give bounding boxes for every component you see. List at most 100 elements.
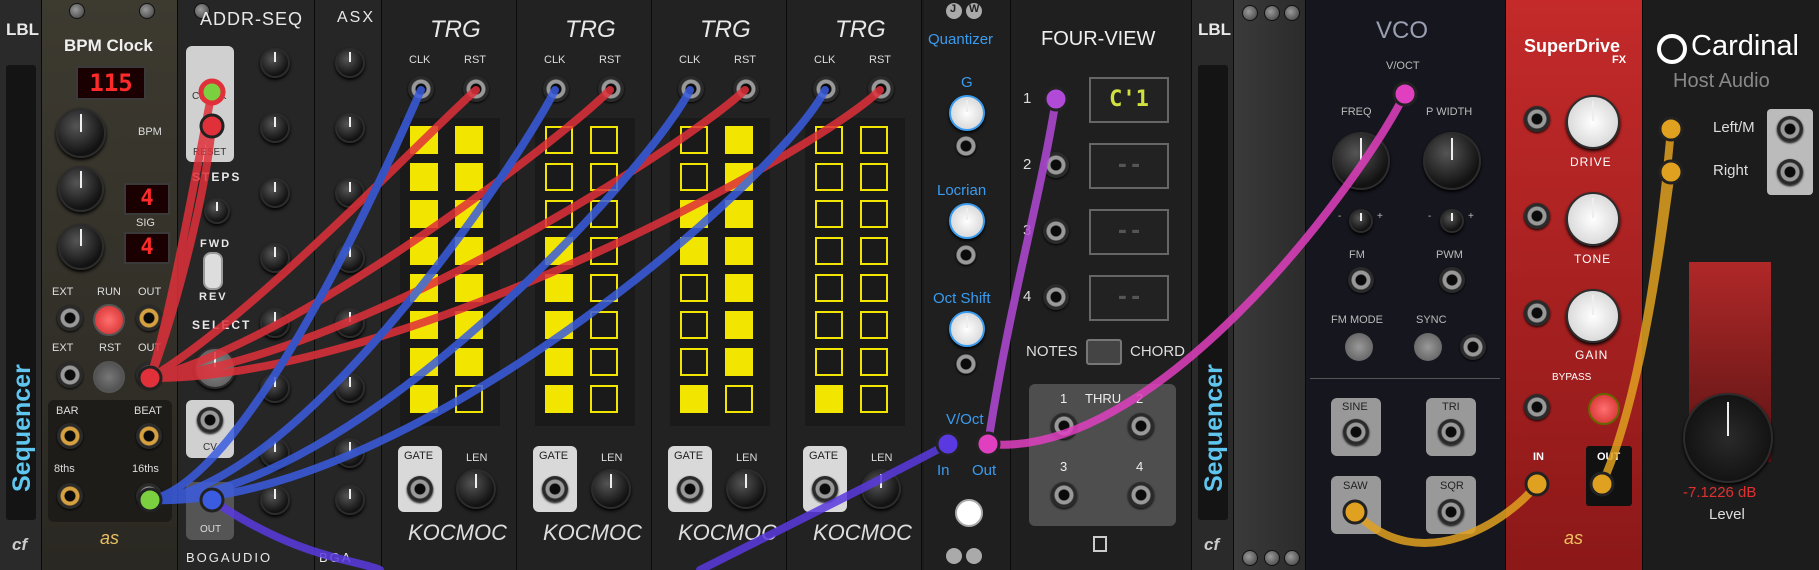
step-knob-5[interactable] <box>260 308 290 338</box>
step-button[interactable] <box>680 200 708 228</box>
pwm-jack[interactable] <box>1439 267 1465 293</box>
step-button[interactable] <box>545 237 573 265</box>
bypass-cv-jack[interactable] <box>1524 394 1550 420</box>
step-button[interactable] <box>725 163 753 191</box>
step-button[interactable] <box>455 274 483 302</box>
gate-out-jack[interactable] <box>812 476 838 502</box>
tone-knob[interactable] <box>1566 192 1620 246</box>
fm-mode-button[interactable] <box>1345 333 1373 361</box>
step-button[interactable] <box>860 237 888 265</box>
step-knob-8[interactable] <box>260 485 290 515</box>
step-button[interactable] <box>815 348 843 376</box>
input-jack-4[interactable] <box>1043 284 1069 310</box>
step-button[interactable] <box>590 348 618 376</box>
notes-chord-switch[interactable] <box>1086 339 1122 365</box>
step-button[interactable] <box>590 385 618 413</box>
bar-jack[interactable] <box>57 423 83 449</box>
step-button[interactable] <box>815 126 843 154</box>
input-jack-2[interactable] <box>1043 152 1069 178</box>
out-right-jack[interactable] <box>1777 159 1803 185</box>
step-button[interactable] <box>410 385 438 413</box>
step-button[interactable] <box>590 126 618 154</box>
clk-jack[interactable] <box>408 76 434 102</box>
clk-jack[interactable] <box>813 76 839 102</box>
step-knob-6[interactable] <box>260 373 290 403</box>
thru-jack-3[interactable] <box>1051 482 1077 508</box>
steps-knob[interactable] <box>204 198 230 224</box>
gate-out-jack[interactable] <box>542 476 568 502</box>
step-button[interactable] <box>725 274 753 302</box>
step-button[interactable] <box>545 126 573 154</box>
len-knob[interactable] <box>861 469 901 509</box>
oct-cv-jack[interactable] <box>956 354 976 374</box>
asx-knob-8[interactable] <box>335 485 365 515</box>
step-button[interactable] <box>860 274 888 302</box>
thru-jack-4[interactable] <box>1128 482 1154 508</box>
step-button[interactable] <box>680 348 708 376</box>
step-button[interactable] <box>590 311 618 339</box>
gain-cv-jack[interactable] <box>1524 300 1550 326</box>
step-knob-7[interactable] <box>260 438 290 468</box>
clk-jack[interactable] <box>543 76 569 102</box>
step-button[interactable] <box>455 163 483 191</box>
thru-jack-1[interactable] <box>1051 413 1077 439</box>
step-button[interactable] <box>815 237 843 265</box>
sync-button[interactable] <box>1414 333 1442 361</box>
sig-knob-2[interactable] <box>58 224 104 270</box>
asx-knob-4[interactable] <box>335 243 365 273</box>
pwidth-knob[interactable] <box>1423 132 1481 190</box>
step-button[interactable] <box>410 126 438 154</box>
step-button[interactable] <box>545 163 573 191</box>
step-button[interactable] <box>410 163 438 191</box>
drive-cv-jack[interactable] <box>1524 106 1550 132</box>
scale-knob[interactable] <box>949 203 985 239</box>
ext-run-jack[interactable] <box>57 305 83 331</box>
scale-cv-jack[interactable] <box>956 245 976 265</box>
gate-out-jack[interactable] <box>407 476 433 502</box>
step-button[interactable] <box>590 163 618 191</box>
step-button[interactable] <box>725 311 753 339</box>
gate-out-jack[interactable] <box>677 476 703 502</box>
root-cv-jack[interactable] <box>956 136 976 156</box>
freq-knob[interactable] <box>1332 132 1390 190</box>
thru-jack-2[interactable] <box>1128 413 1154 439</box>
gain-knob[interactable] <box>1566 289 1620 343</box>
step-button[interactable] <box>815 274 843 302</box>
step-button[interactable] <box>680 237 708 265</box>
sig-knob-1[interactable] <box>58 166 104 212</box>
ext-rst-jack[interactable] <box>57 362 83 388</box>
step-button[interactable] <box>815 163 843 191</box>
step-button[interactable] <box>590 200 618 228</box>
step-button[interactable] <box>680 163 708 191</box>
step-button[interactable] <box>680 385 708 413</box>
out-left-jack[interactable] <box>1777 116 1803 142</box>
step-button[interactable] <box>725 200 753 228</box>
eighths-jack[interactable] <box>57 483 83 509</box>
step-button[interactable] <box>680 126 708 154</box>
tone-cv-jack[interactable] <box>1524 203 1550 229</box>
rst-out-jack[interactable] <box>136 362 162 388</box>
step-button[interactable] <box>860 163 888 191</box>
step-knob-2[interactable] <box>260 113 290 143</box>
step-button[interactable] <box>860 311 888 339</box>
step-button[interactable] <box>860 385 888 413</box>
step-button[interactable] <box>410 274 438 302</box>
step-knob-3[interactable] <box>260 178 290 208</box>
direction-switch[interactable] <box>203 252 223 290</box>
sine-out-jack[interactable] <box>1343 419 1369 445</box>
step-button[interactable] <box>455 348 483 376</box>
step-button[interactable] <box>455 200 483 228</box>
bypass-button[interactable] <box>1588 393 1620 425</box>
step-button[interactable] <box>815 385 843 413</box>
step-button[interactable] <box>815 200 843 228</box>
step-button[interactable] <box>455 385 483 413</box>
asx-knob-2[interactable] <box>335 113 365 143</box>
level-knob[interactable] <box>1683 393 1773 483</box>
step-button[interactable] <box>815 311 843 339</box>
bpm-knob[interactable] <box>56 108 106 158</box>
len-knob[interactable] <box>456 469 496 509</box>
step-button[interactable] <box>860 200 888 228</box>
asx-knob-7[interactable] <box>335 438 365 468</box>
step-button[interactable] <box>545 274 573 302</box>
step-button[interactable] <box>590 274 618 302</box>
